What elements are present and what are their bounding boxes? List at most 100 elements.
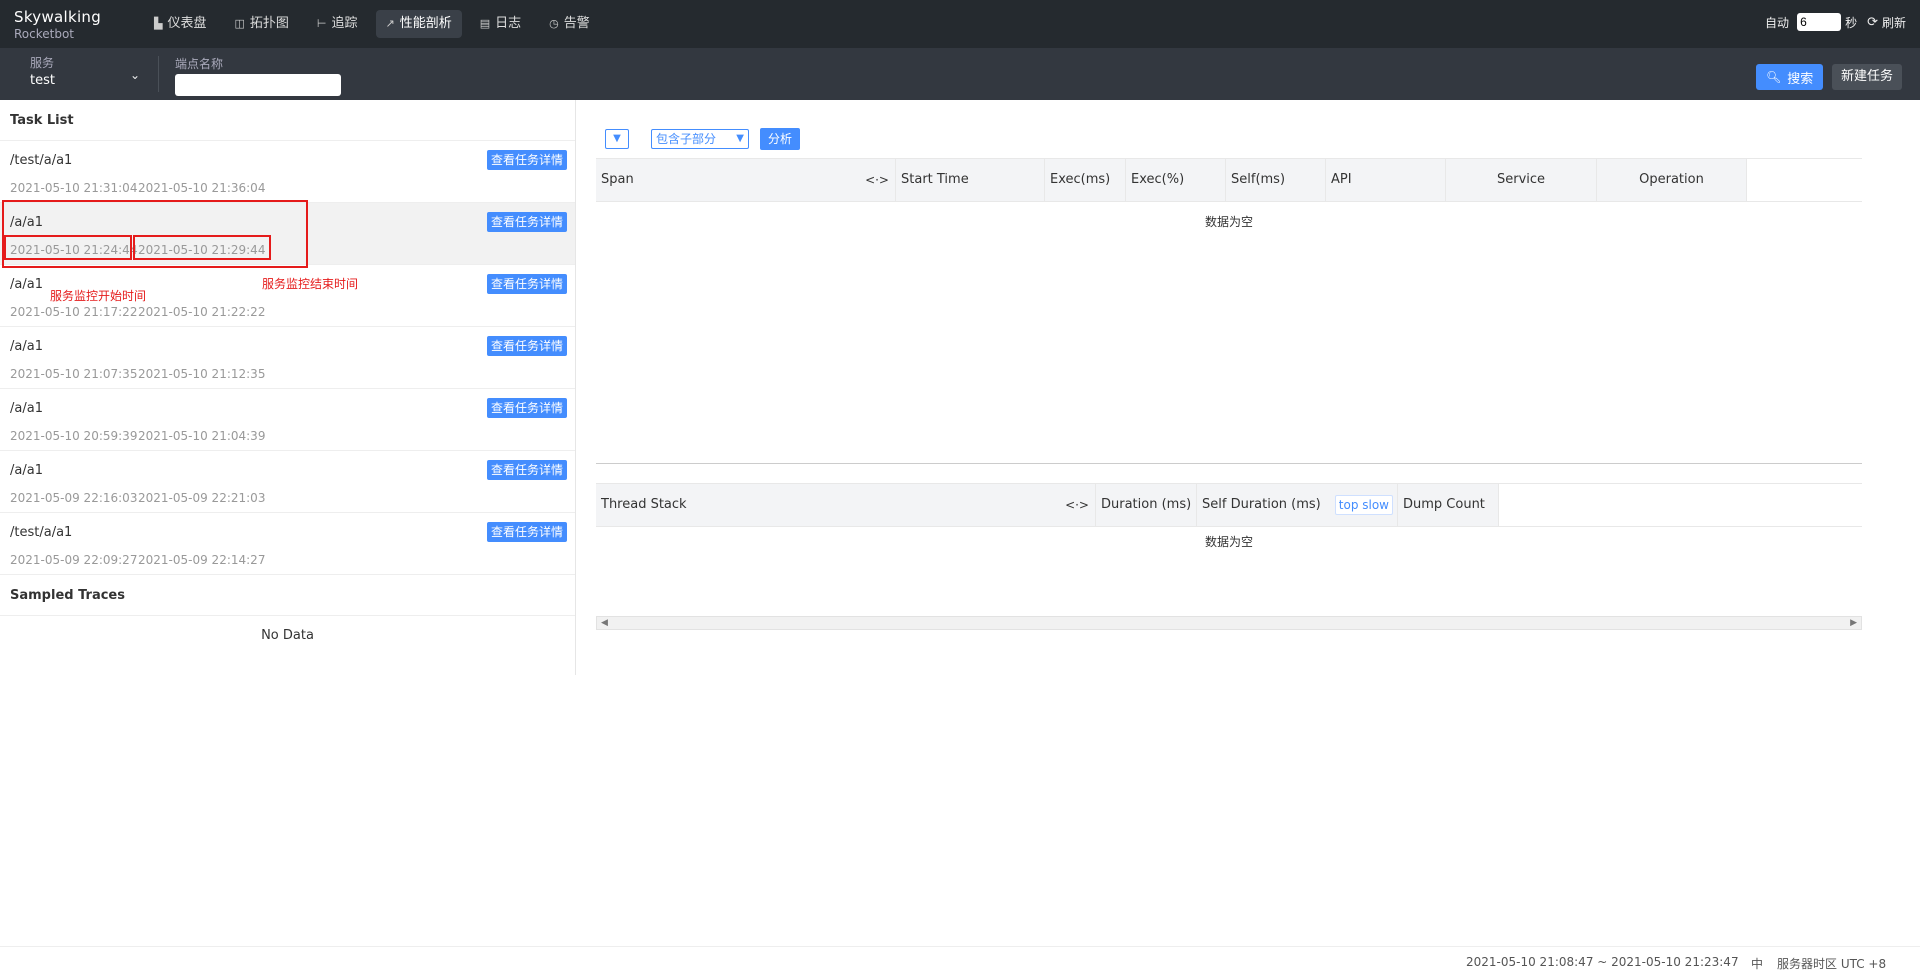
service-label: 服务 xyxy=(30,56,55,70)
divider xyxy=(158,56,159,92)
nav-topology[interactable]: ◫ 拓扑图 xyxy=(224,10,298,38)
task-end-time: 2021-05-10 21:04:39 xyxy=(138,429,266,443)
span-table-header: Span <·> Start Time Exec(ms) Exec(%) Sel… xyxy=(596,158,1862,202)
nav-log[interactable]: ▤ 日志 xyxy=(470,10,531,38)
profile-icon: ↗ xyxy=(385,17,395,30)
col-api: API xyxy=(1326,159,1446,201)
analyze-button[interactable]: 分析 xyxy=(760,128,801,150)
server-timezone: 服务器时区 UTC +8 xyxy=(1777,957,1887,971)
logo-subtitle: Rocketbot xyxy=(14,27,75,41)
task-row[interactable]: /test/a/a1 2021-05-09 22:09:27 2021-05-0… xyxy=(0,513,575,575)
nav-label: 拓扑图 xyxy=(249,16,289,31)
dashboard-icon: ▙ xyxy=(154,17,163,30)
column-resize-icon[interactable]: <·> xyxy=(865,159,889,201)
auto-label: 自动 xyxy=(1765,15,1790,30)
scroll-left-icon[interactable]: ◀ xyxy=(601,617,608,629)
mode-select[interactable]: 包含子部分 ▼ xyxy=(651,129,749,149)
nav-label: 仪表盘 xyxy=(167,16,207,31)
task-endpoint: /test/a/a1 xyxy=(10,153,73,168)
col-thread-stack: Thread Stack <·> xyxy=(596,484,1096,526)
task-start-time: 2021-05-10 21:31:04 xyxy=(10,181,138,195)
task-row[interactable]: /a/a1 2021-05-09 22:16:03 2021-05-09 22:… xyxy=(0,451,575,513)
span-empty-text: 数据为空 xyxy=(1205,215,1254,229)
nav-alarm[interactable]: ◷ 告警 xyxy=(539,10,600,38)
chevron-down-icon: ⌄ xyxy=(129,68,140,82)
time-range[interactable]: 2021-05-10 21:08:47 ~ 2021-05-10 21:23:4… xyxy=(1466,955,1739,969)
auto-interval-input[interactable] xyxy=(1797,13,1842,31)
view-task-detail-button[interactable]: 查看任务详情 xyxy=(487,460,568,480)
col-self-duration: Self Duration (ms) top slow xyxy=(1197,484,1398,526)
task-row[interactable]: /test/a/a1 2021-05-10 21:31:04 2021-05-1… xyxy=(0,141,575,203)
view-task-detail-button[interactable]: 查看任务详情 xyxy=(487,150,568,170)
main-nav: ▙ 仪表盘 ◫ 拓扑图 ⊢ 追踪 ↗ 性能剖析 ▤ 日志 ◷ 告警 xyxy=(144,10,608,38)
top-slow-button[interactable]: top slow xyxy=(1334,495,1393,515)
filter-bar: 服务 test ⌄ 端点名称 🔍︎ 搜索 新建任务 xyxy=(0,48,1920,100)
sampled-empty-text: No Data xyxy=(261,628,314,643)
col-duration: Duration (ms) xyxy=(1096,484,1197,526)
refresh-button[interactable]: 刷新 xyxy=(1882,14,1906,31)
col-exec-ms: Exec(ms) xyxy=(1045,159,1126,201)
task-endpoint: /test/a/a1 xyxy=(10,525,73,540)
segment-select[interactable]: ▼ xyxy=(605,129,629,149)
task-row[interactable]: /a/a1 2021-05-10 21:07:35 2021-05-10 21:… xyxy=(0,327,575,389)
annotation-start-box xyxy=(4,235,132,260)
mode-value: 包含子部分 xyxy=(656,132,717,146)
service-value: test xyxy=(30,73,55,88)
refresh-icon[interactable]: ⟳ xyxy=(1867,15,1878,30)
view-task-detail-button[interactable]: 查看任务详情 xyxy=(487,398,568,418)
nav-label: 日志 xyxy=(495,16,522,31)
search-icon: 🔍︎ xyxy=(1766,70,1782,84)
view-task-detail-button[interactable]: 查看任务详情 xyxy=(487,522,568,542)
search-label: 搜索 xyxy=(1787,71,1814,87)
col-self-duration-label: Self Duration (ms) xyxy=(1202,497,1321,512)
task-start-time: 2021-05-10 20:59:39 xyxy=(10,429,138,443)
task-endpoint: /a/a1 xyxy=(10,339,43,354)
task-start-time: 2021-05-09 22:09:27 xyxy=(10,553,138,567)
top-navbar: Skywalking Rocketbot ▙ 仪表盘 ◫ 拓扑图 ⊢ 追踪 ↗ … xyxy=(0,0,1920,48)
task-endpoint: /a/a1 xyxy=(10,463,43,478)
task-end-time: 2021-05-10 21:36:04 xyxy=(138,181,266,195)
auto-unit: 秒 xyxy=(1845,15,1858,30)
service-select[interactable]: 服务 test ⌄ xyxy=(14,54,144,94)
annotation-end-box xyxy=(133,235,271,260)
view-task-detail-button[interactable]: 查看任务详情 xyxy=(487,336,568,356)
view-task-detail-button[interactable]: 查看任务详情 xyxy=(487,212,568,232)
task-end-time: 2021-05-10 21:12:35 xyxy=(138,367,266,381)
analysis-controls: ▼ 包含子部分 ▼ 分析 xyxy=(605,128,801,150)
logo-title: Skywalking xyxy=(14,8,102,26)
search-button[interactable]: 🔍︎ 搜索 xyxy=(1756,64,1824,90)
col-thread-stack-label: Thread Stack xyxy=(601,497,687,512)
nav-trace[interactable]: ⊢ 追踪 xyxy=(307,10,368,38)
annotation-start-note: 服务监控开始时间 xyxy=(50,289,147,303)
view-task-detail-button[interactable]: 查看任务详情 xyxy=(487,274,568,294)
task-start-time: 2021-05-10 21:17:22 xyxy=(10,305,138,319)
column-resize-icon[interactable]: <·> xyxy=(1065,484,1089,526)
endpoint-filter: 端点名称 xyxy=(175,55,341,96)
col-span-label: Span xyxy=(601,172,634,187)
col-dump-count: Dump Count xyxy=(1398,484,1499,526)
log-icon: ▤ xyxy=(479,17,491,30)
task-end-time: 2021-05-10 21:22:22 xyxy=(138,305,266,319)
new-task-button[interactable]: 新建任务 xyxy=(1832,64,1903,90)
nav-label: 告警 xyxy=(563,16,590,31)
endpoint-input[interactable] xyxy=(175,74,341,96)
section-divider xyxy=(596,463,1862,464)
sampled-traces-title: Sampled Traces xyxy=(0,575,575,616)
annotation-end-note: 服务监控结束时间 xyxy=(262,277,359,291)
footer: 2021-05-10 21:08:47 ~ 2021-05-10 21:23:4… xyxy=(0,946,1920,977)
thread-table-header: Thread Stack <·> Duration (ms) Self Dura… xyxy=(596,483,1862,527)
nav-dashboard[interactable]: ▙ 仪表盘 xyxy=(144,10,216,38)
horizontal-scrollbar[interactable]: ◀ ▶ xyxy=(596,616,1862,630)
topology-icon: ◫ xyxy=(234,17,245,30)
thread-empty-text: 数据为空 xyxy=(1205,535,1254,549)
col-start-time: Start Time xyxy=(896,159,1045,201)
language-toggle[interactable]: 中 xyxy=(1751,955,1763,972)
scroll-right-icon[interactable]: ▶ xyxy=(1850,617,1857,629)
task-list-title: Task List xyxy=(0,100,575,141)
alarm-icon: ◷ xyxy=(549,17,559,30)
task-row[interactable]: /a/a1 2021-05-10 20:59:39 2021-05-10 21:… xyxy=(0,389,575,451)
col-operation: Operation xyxy=(1597,159,1747,201)
dropdown-arrow-icon: ▼ xyxy=(736,133,744,144)
endpoint-label: 端点名称 xyxy=(175,57,224,71)
nav-profile[interactable]: ↗ 性能剖析 xyxy=(375,10,462,38)
